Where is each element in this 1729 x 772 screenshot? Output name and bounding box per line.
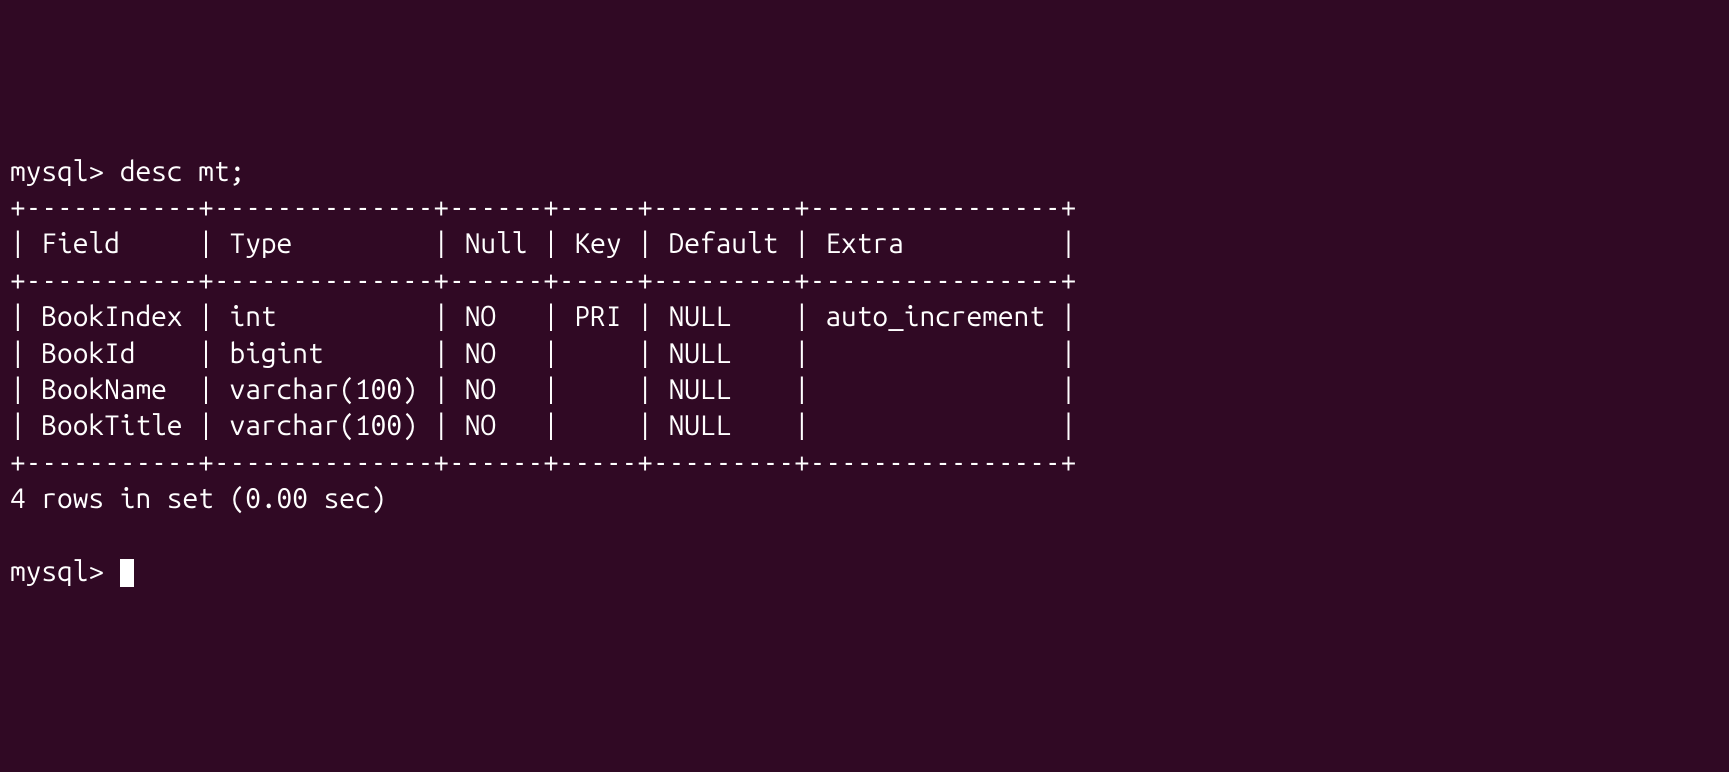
table-row: | BookId | bigint | NO | | NULL | | <box>10 338 1076 369</box>
result-message: 4 rows in set (0.00 sec) <box>10 483 386 514</box>
prompt: mysql> <box>10 556 120 587</box>
prompt: mysql> <box>10 156 120 187</box>
table-border: +-----------+--------------+------+-----… <box>10 447 1076 478</box>
table-row: | BookIndex | int | NO | PRI | NULL | au… <box>10 301 1076 332</box>
terminal-output[interactable]: mysql> desc mt; +-----------+-----------… <box>10 154 1719 591</box>
table-row: | BookTitle | varchar(100) | NO | | NULL… <box>10 410 1076 441</box>
table-border: +-----------+--------------+------+-----… <box>10 192 1076 223</box>
table-header: | Field | Type | Null | Key | Default | … <box>10 228 1076 259</box>
table-row: | BookName | varchar(100) | NO | | NULL … <box>10 374 1076 405</box>
command-text: desc mt; <box>120 156 245 187</box>
cursor <box>120 559 134 587</box>
table-border: +-----------+--------------+------+-----… <box>10 265 1076 296</box>
